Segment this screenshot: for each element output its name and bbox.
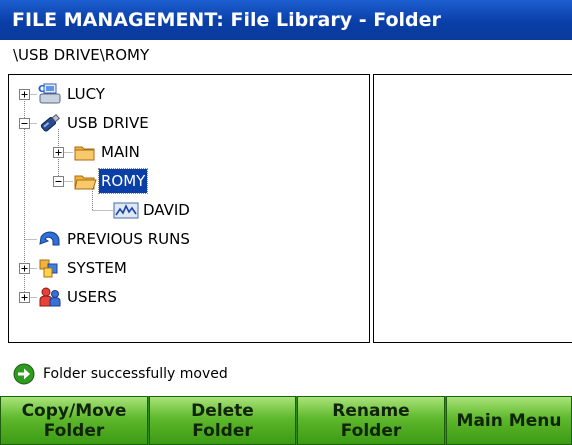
folder-icon: [74, 146, 95, 161]
computer-icon: C: [38, 83, 61, 104]
file-library-window: FILE MANAGEMENT: File Library - Folder \…: [0, 0, 572, 445]
tree-item-david[interactable]: DAVID: [141, 198, 192, 222]
copy-move-folder-button[interactable]: Copy/Move Folder: [0, 396, 148, 445]
status-message: Folder successfully moved: [43, 366, 228, 382]
status-bar: Folder successfully moved: [0, 355, 572, 393]
folder-open-icon: [74, 175, 97, 190]
delete-folder-label-2: Folder: [192, 420, 253, 441]
current-path: \USB DRIVE\ROMY: [0, 40, 572, 70]
expand-system-icon[interactable]: [19, 263, 30, 274]
expand-main-icon[interactable]: [53, 147, 64, 158]
system-icon: [39, 259, 58, 278]
soft-key-bar: Copy/Move Folder Delete Folder Rename Fo…: [0, 396, 572, 445]
tree-item-main[interactable]: MAIN: [99, 140, 142, 164]
usb-drive-icon: [40, 113, 60, 132]
window-title: FILE MANAGEMENT: File Library - Folder: [0, 0, 572, 40]
tree-item-lucy[interactable]: LUCY: [65, 82, 107, 106]
expand-lucy-icon[interactable]: [19, 89, 30, 100]
green-arrow-icon: [13, 363, 35, 385]
tree-item-users[interactable]: USERS: [65, 285, 119, 309]
collapse-romy-icon[interactable]: [53, 176, 64, 187]
delete-folder-button[interactable]: Delete Folder: [149, 396, 296, 445]
tree-item-system[interactable]: SYSTEM: [65, 256, 129, 280]
rename-folder-label-1: Rename: [332, 400, 410, 421]
svg-text:C: C: [38, 84, 45, 95]
tree-item-previous-runs[interactable]: PREVIOUS RUNS: [65, 227, 192, 251]
folder-tree-pane[interactable]: C LUCY USB DRIVE MAIN ROMY DAVID PREVIOU…: [8, 74, 370, 343]
users-icon: [39, 287, 61, 307]
rename-folder-button[interactable]: Rename Folder: [297, 396, 445, 445]
expand-users-icon[interactable]: [19, 292, 30, 303]
main-menu-label: Main Menu: [456, 410, 562, 431]
tree-item-romy[interactable]: ROMY: [97, 168, 149, 194]
folder-contents-pane[interactable]: [373, 74, 572, 343]
collapse-usb-drive-icon[interactable]: [19, 118, 30, 129]
chart-file-icon: [113, 202, 139, 219]
delete-folder-label-1: Delete: [191, 400, 254, 421]
rename-folder-label-2: Folder: [340, 420, 402, 441]
tree-item-usb-drive[interactable]: USB DRIVE: [65, 111, 151, 135]
copy-move-folder-label-1: Copy/Move: [21, 400, 127, 421]
copy-move-folder-label-2: Folder: [43, 420, 105, 441]
main-menu-button[interactable]: Main Menu: [446, 396, 572, 445]
back-arrow-icon: [39, 231, 60, 246]
